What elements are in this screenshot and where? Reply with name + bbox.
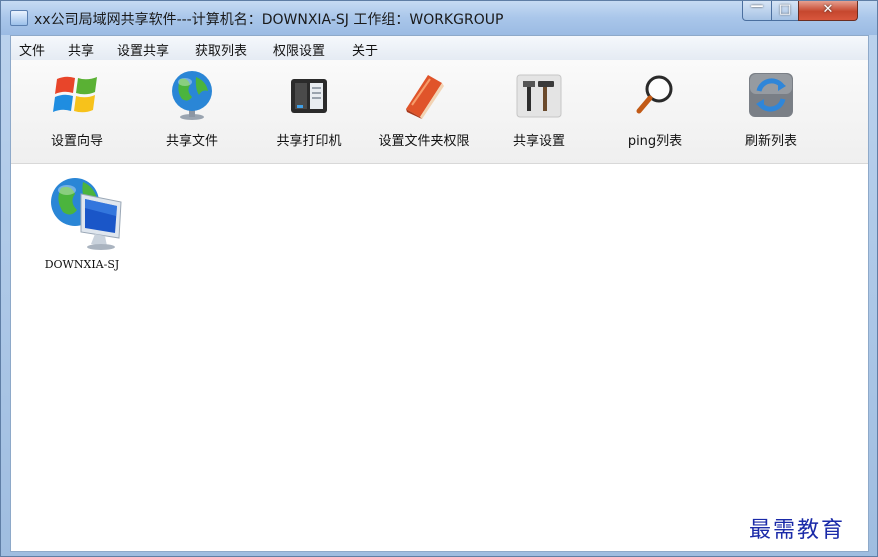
- tools-icon: [516, 74, 562, 118]
- toolbar-label: 设置向导: [50, 134, 103, 149]
- toolbar: 设置向导 共享文件 共享打印机 设置文件夹权限 共享设置 ping列表 刷新列表: [11, 60, 868, 164]
- computer-list: DOWNXIA-SJ: [11, 164, 868, 551]
- globe-icon: [172, 71, 212, 120]
- toolbar-label: 设置文件夹权限: [378, 134, 470, 149]
- printer-icon: [291, 79, 327, 113]
- network-computer-icon: [51, 178, 122, 250]
- window-title: xx公司局域网共享软件---计算机名：DOWNXIA-SJ 工作组：WORKGR…: [34, 12, 504, 28]
- toolbar-refresh-list-button[interactable]: 刷新列表: [711, 60, 831, 160]
- menu-set-share[interactable]: 设置共享: [117, 40, 169, 59]
- maximize-icon: □: [778, 2, 792, 17]
- toolbar-label: 刷新列表: [744, 134, 797, 149]
- toolbar-label: 共享设置: [512, 134, 565, 149]
- close-button[interactable]: ✕: [798, 1, 858, 21]
- maximize-button[interactable]: □: [771, 1, 799, 21]
- app-window: xx公司局域网共享软件---计算机名：DOWNXIA-SJ 工作组：WORKGR…: [0, 0, 878, 557]
- menu-permissions[interactable]: 权限设置: [273, 40, 325, 59]
- app-icon: [10, 10, 28, 26]
- toolbar-share-printer-button[interactable]: 共享打印机: [249, 60, 369, 160]
- toolbar-ping-list-button[interactable]: ping列表: [595, 60, 715, 160]
- toolbar-label: 共享文件: [165, 134, 218, 149]
- toolbar-label: ping列表: [627, 134, 683, 149]
- menu-bar: 文件 共享 设置共享 获取列表 权限设置 关于: [11, 36, 868, 61]
- menu-file[interactable]: 文件: [19, 40, 45, 59]
- magnifier-icon: [636, 75, 673, 114]
- book-icon: [406, 75, 444, 119]
- computer-name: DOWNXIA-SJ: [44, 258, 120, 271]
- toolbar-share-settings-button[interactable]: 共享设置: [479, 60, 599, 160]
- windows-logo-icon: [53, 76, 97, 113]
- menu-about[interactable]: 关于: [352, 40, 378, 59]
- toolbar-setup-wizard-button[interactable]: 设置向导: [17, 60, 137, 160]
- refresh-icon: [749, 73, 793, 117]
- minimize-button[interactable]: —: [742, 0, 772, 21]
- toolbar-folder-permissions-button[interactable]: 设置文件夹权限: [364, 60, 484, 160]
- computer-item[interactable]: DOWNXIA-SJ: [37, 164, 127, 284]
- close-icon: ✕: [822, 2, 834, 17]
- toolbar-share-files-button[interactable]: 共享文件: [132, 60, 252, 160]
- minimize-icon: —: [750, 0, 764, 14]
- menu-get-list[interactable]: 获取列表: [195, 40, 247, 59]
- menu-share[interactable]: 共享: [68, 40, 94, 59]
- watermark: 最需教育: [749, 518, 846, 543]
- client-area: 文件 共享 设置共享 获取列表 权限设置 关于 设置向导 共享文件 共享打印机 …: [10, 35, 869, 552]
- toolbar-label: 共享打印机: [276, 134, 342, 149]
- title-bar[interactable]: xx公司局域网共享软件---计算机名：DOWNXIA-SJ 工作组：WORKGR…: [1, 0, 877, 35]
